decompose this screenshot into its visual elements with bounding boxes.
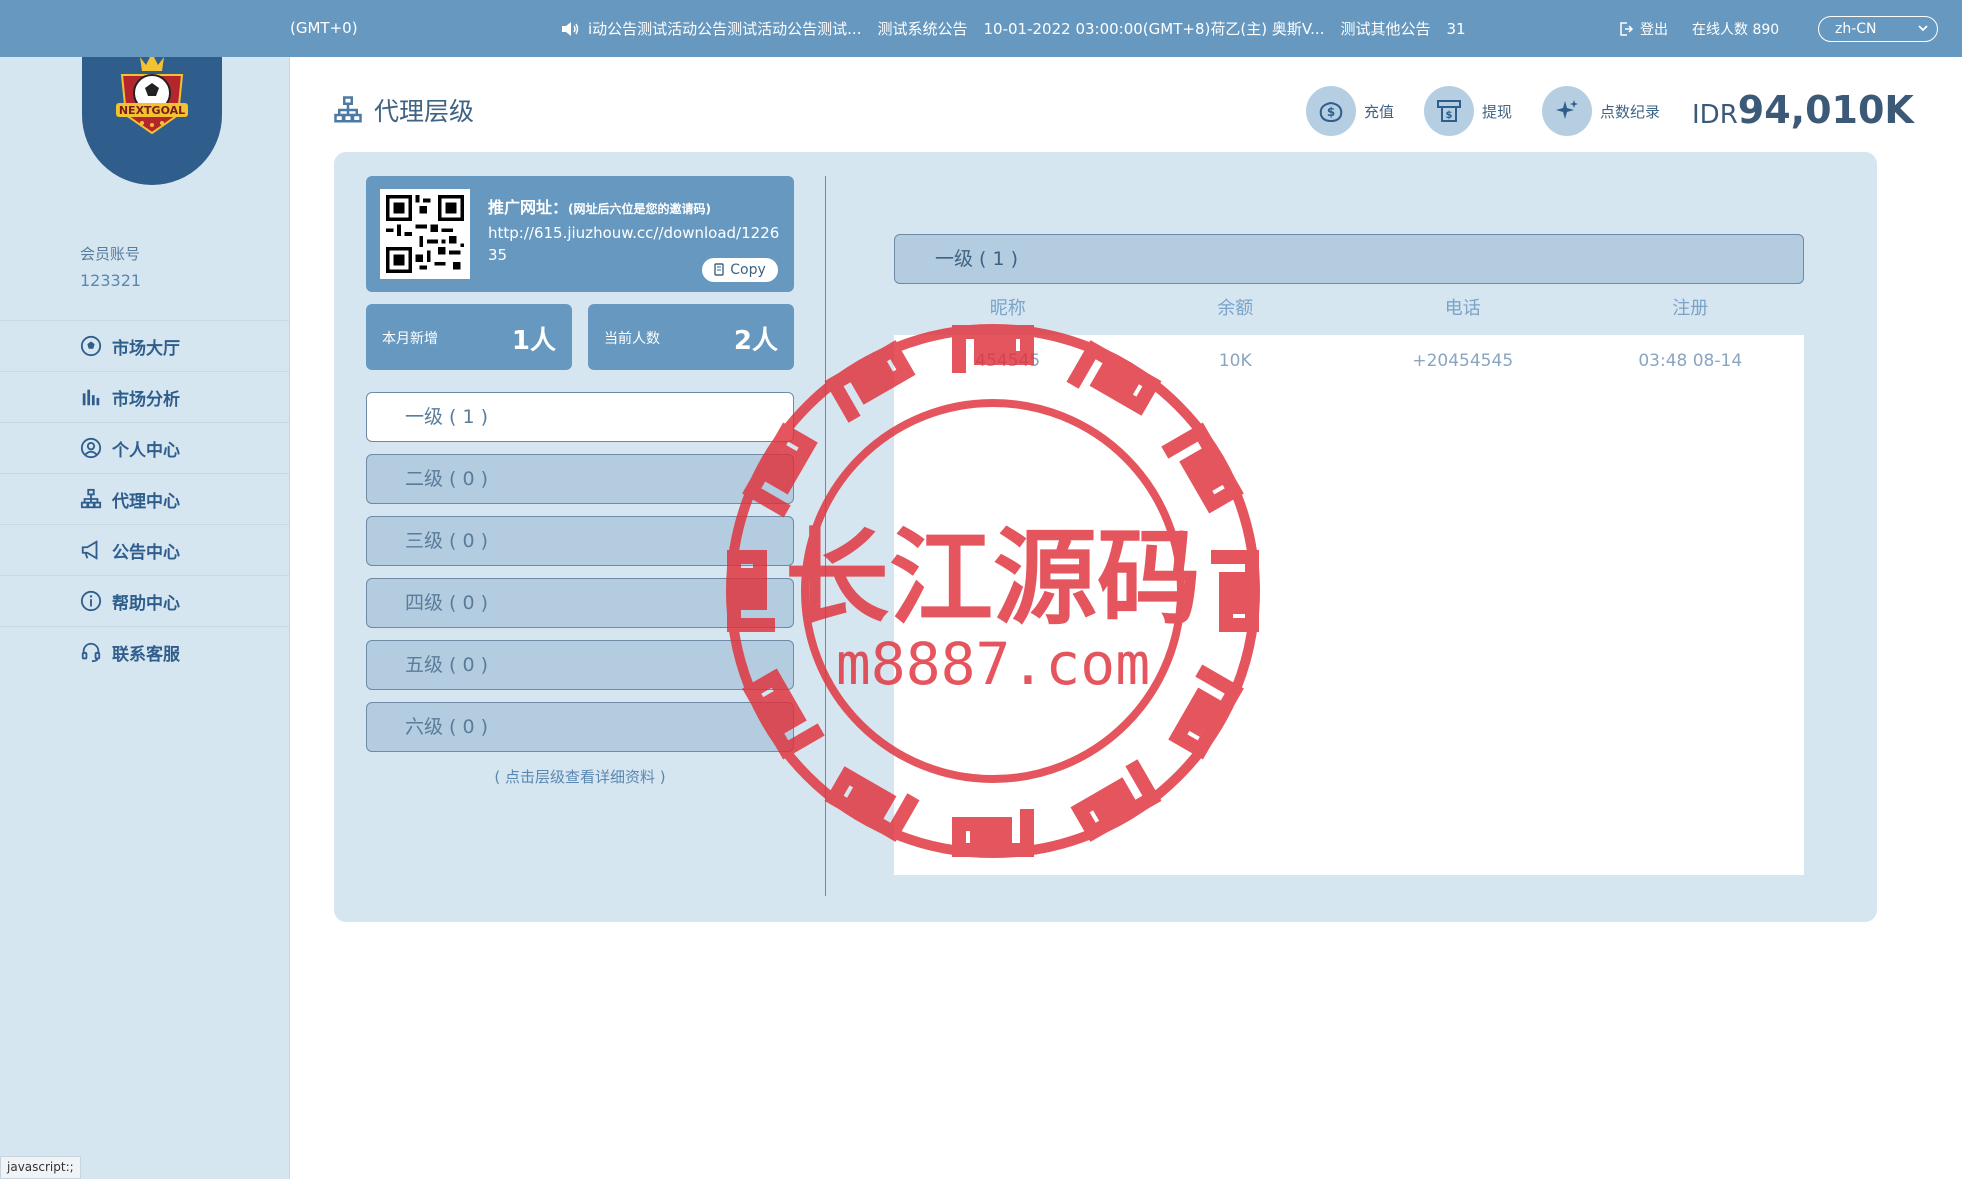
copy-icon	[714, 263, 724, 276]
table-row: 454545 10K +20454545 03:48 08-14	[894, 335, 1804, 387]
deposit-label: 充值	[1364, 102, 1395, 121]
qr-code-icon	[386, 195, 464, 273]
column-phone: 电话	[1444, 298, 1481, 319]
online-count: 在线人数 890	[1692, 22, 1780, 38]
balance-display: IDR94,010K	[1692, 88, 1914, 132]
deposit-icon: $	[1319, 101, 1343, 123]
chevron-down-icon	[1918, 25, 1928, 32]
sidebar-item-personal-center[interactable]: 个人中心	[0, 422, 289, 473]
level-list: 一级 ( 1 ) 二级 ( 0 ) 三级 ( 0 ) 四级 ( 0 ) 五级 (…	[366, 392, 794, 764]
sidebar-item-agent-center[interactable]: 代理中心	[0, 473, 289, 524]
headset-icon	[81, 642, 101, 663]
member-table: 454545 10K +20454545 03:48 08-14	[894, 335, 1804, 875]
sidebar-item-label: 个人中心	[112, 440, 180, 461]
promo-card: 推广网址：(网址后六位是您的邀请码) http://615.jiuzhouw.c…	[366, 176, 794, 292]
page-title-text: 代理层级	[374, 97, 475, 126]
announcement-text: 测试系统公告	[877, 20, 968, 38]
logout-icon	[1620, 22, 1634, 36]
sidebar-menu: 市场大厅 市场分析 个人中心 代理中心 公告中心 帮助中心 联系客服	[0, 320, 289, 677]
cell-phone: +20454545	[1412, 351, 1514, 371]
timezone-label: (GMT+0)	[290, 19, 358, 37]
current-count-label: 当前人数	[604, 331, 660, 347]
hierarchy-icon	[334, 96, 362, 123]
speaker-icon	[562, 21, 579, 36]
panel-divider	[825, 176, 826, 896]
copy-button[interactable]: Copy	[702, 258, 778, 282]
sidebar-item-market-hall[interactable]: 市场大厅	[0, 320, 289, 371]
current-count-value: 2人	[733, 326, 778, 356]
svg-text:$: $	[1327, 105, 1335, 119]
withdraw-label: 提现	[1482, 102, 1513, 121]
bar-chart-icon	[82, 389, 100, 406]
withdraw-icon: $	[1437, 100, 1461, 122]
soccer-ball-icon	[80, 335, 102, 357]
announcement-text: 10-01-2022 03:00:00(GMT+8)荷乙(主) 奥斯V...	[983, 20, 1325, 38]
level-2-button[interactable]: 二级 ( 0 )	[366, 454, 794, 504]
copy-label: Copy	[730, 262, 766, 278]
table-header: 昵称 余额 电话 注册	[894, 294, 1804, 324]
month-new-label: 本月新增	[382, 331, 438, 347]
page-title: 代理层级	[332, 92, 474, 128]
deposit-button[interactable]: $ 充值	[1306, 86, 1394, 136]
points-record-button[interactable]: 点数纪录	[1542, 86, 1660, 136]
logout-label: 登出	[1640, 22, 1668, 38]
sidebar-item-customer-service[interactable]: 联系客服	[0, 626, 289, 677]
level-6-button[interactable]: 六级 ( 0 )	[366, 702, 794, 752]
user-circle-icon	[80, 437, 102, 459]
sidebar-item-label: 市场分析	[112, 389, 180, 410]
member-account-id: 123321	[80, 271, 142, 290]
sidebar-item-label: 帮助中心	[112, 593, 180, 614]
announcement-text: i动公告测试活动公告测试活动公告测试...	[588, 20, 862, 38]
levels-hint: ( 点击层级查看详细资料 )	[494, 768, 666, 786]
sidebar-item-market-analysis[interactable]: 市场分析	[0, 371, 289, 422]
announcement-marquee[interactable]: i动公告测试活动公告测试活动公告测试... 测试系统公告 10-01-2022 …	[560, 18, 1490, 39]
cell-balance: 10K	[1218, 351, 1252, 371]
column-nickname: 昵称	[989, 298, 1026, 319]
logo-emblem-icon: NEXTGOAL	[116, 52, 188, 134]
announcement-text: 31	[1446, 19, 1466, 38]
sidebar: NEXTGOAL 会员账号 123321 市场大厅 市场分析 个人中心 代理中心…	[0, 0, 290, 1179]
language-select[interactable]: zh-CN	[1818, 16, 1938, 42]
month-new-value: 1人	[511, 326, 556, 356]
withdraw-button[interactable]: $ 提现	[1424, 86, 1512, 136]
level-1-button[interactable]: 一级 ( 1 )	[366, 392, 794, 442]
sidebar-item-announcements[interactable]: 公告中心	[0, 524, 289, 575]
level-3-button[interactable]: 三级 ( 0 )	[366, 516, 794, 566]
info-icon	[80, 590, 102, 612]
column-registered: 注册	[1672, 298, 1709, 319]
promo-title: 推广网址：(网址后六位是您的邀请码)	[488, 194, 711, 218]
hierarchy-icon	[80, 488, 102, 509]
points-record-label: 点数纪录	[1600, 102, 1661, 121]
logo-text: NEXTGOAL	[119, 104, 185, 117]
agent-hierarchy-panel: 推广网址：(网址后六位是您的邀请码) http://615.jiuzhouw.c…	[334, 152, 1877, 922]
language-value: zh-CN	[1835, 21, 1877, 37]
column-balance: 余额	[1217, 298, 1254, 319]
promo-subtitle: (网址后六位是您的邀请码)	[568, 202, 711, 216]
sidebar-item-label: 市场大厅	[112, 338, 180, 359]
sidebar-item-help-center[interactable]: 帮助中心	[0, 575, 289, 626]
cell-nickname: 454545	[975, 351, 1041, 371]
balance-amount: 94,010K	[1737, 88, 1914, 132]
cell-registered: 03:48 08-14	[1638, 351, 1743, 371]
level-4-button[interactable]: 四级 ( 0 )	[366, 578, 794, 628]
sidebar-item-label: 联系客服	[112, 644, 180, 665]
balance-currency: IDR	[1692, 100, 1738, 130]
svg-text:$: $	[1446, 110, 1453, 121]
current-count-stat: 当前人数 2人	[588, 304, 794, 370]
sidebar-item-label: 代理中心	[112, 491, 180, 512]
month-new-stat: 本月新增 1人	[366, 304, 572, 370]
top-bar: (GMT+0) i动公告测试活动公告测试活动公告测试... 测试系统公告 10-…	[0, 0, 1962, 57]
level-detail-header: 一级 ( 1 )	[894, 234, 1804, 284]
qr-code	[380, 189, 470, 279]
logout-button[interactable]: 登出	[1618, 19, 1668, 39]
sidebar-item-label: 公告中心	[112, 542, 180, 563]
announcement-text: 测试其他公告	[1340, 20, 1431, 38]
level-5-button[interactable]: 五级 ( 0 )	[366, 640, 794, 690]
sparkle-icon	[1556, 100, 1578, 119]
member-account-label: 会员账号	[80, 245, 141, 263]
status-bar: javascript:;	[0, 1156, 81, 1179]
promo-title-text: 推广网址：	[488, 198, 569, 217]
megaphone-icon	[81, 540, 98, 560]
